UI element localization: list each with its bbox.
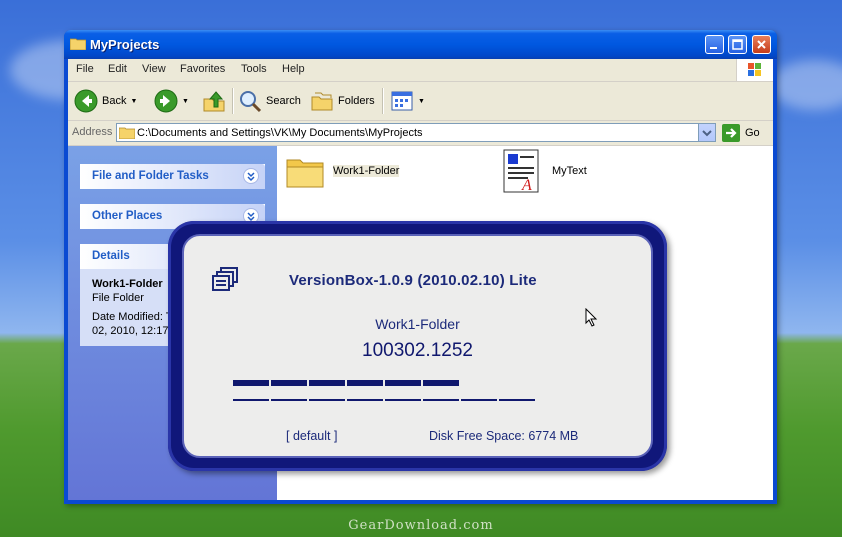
forward-arrow-icon [154, 89, 178, 113]
menu-view[interactable]: View [142, 63, 166, 75]
versionbox-dialog: VersionBox-1.0.9 (2010.02.10) Lite Work1… [168, 221, 667, 471]
menu-edit[interactable]: Edit [108, 63, 127, 75]
mouse-cursor-icon [585, 308, 598, 327]
text-document-icon: A [503, 149, 539, 194]
chevron-down-icon [702, 130, 712, 137]
search-label: Search [266, 95, 301, 107]
window-title: MyProjects [90, 37, 160, 52]
windows-logo-icon [736, 59, 773, 81]
folder-icon [119, 127, 135, 139]
progress-filled-segment [233, 380, 269, 386]
stacked-pages-icon [212, 267, 238, 291]
forward-button[interactable]: ▼ [154, 87, 189, 115]
panel-title: Other Places [92, 210, 163, 222]
address-label: Address [72, 126, 113, 138]
views-dropdown-icon[interactable]: ▼ [418, 98, 425, 105]
file-item-mytext[interactable]: A MyText [500, 148, 587, 194]
toolbar-separator [382, 88, 384, 114]
search-button[interactable]: Search [238, 87, 301, 115]
disk-free-space: Disk Free Space: 6774 MB [429, 429, 579, 443]
folders-icon [311, 92, 333, 111]
versionbox-panel: VersionBox-1.0.9 (2010.02.10) Lite Work1… [182, 234, 653, 458]
up-folder-button[interactable] [202, 87, 226, 115]
versionbox-folder-name: Work1-Folder [375, 316, 460, 332]
progress-filled-segment [385, 380, 421, 386]
progress-track-segment [461, 399, 497, 401]
maximize-icon [732, 39, 743, 50]
toolbar: Back ▼ ▼ Search Folders ▼ [68, 82, 773, 121]
panel-title: File and Folder Tasks [92, 170, 209, 182]
panel-title: Details [92, 250, 130, 262]
menu-help[interactable]: Help [282, 63, 305, 75]
menu-bar: File Edit View Favorites Tools Help [68, 59, 773, 82]
maximize-button[interactable] [728, 35, 747, 54]
folders-label: Folders [338, 95, 375, 107]
forward-dropdown-icon[interactable]: ▼ [182, 98, 189, 105]
go-button[interactable]: Go [722, 124, 760, 142]
progress-track-segment [233, 399, 269, 401]
back-arrow-icon [74, 89, 98, 113]
versionbox-version-number: 100302.1252 [362, 340, 473, 361]
svg-text:A: A [521, 177, 532, 194]
folders-button[interactable]: Folders [310, 87, 375, 115]
minimize-icon [710, 47, 717, 49]
progress-filled-segment [309, 380, 345, 386]
file-name: MyText [552, 165, 587, 177]
progress-filled-segment [271, 380, 307, 386]
sky-cloud [770, 60, 842, 110]
file-folder-tasks-panel: File and Folder Tasks [80, 164, 265, 189]
file-name: Work1-Folder [333, 165, 400, 177]
progress-filled-segment [347, 380, 383, 386]
menu-tools[interactable]: Tools [241, 63, 267, 75]
progress-track-segment [499, 399, 535, 401]
address-input[interactable]: C:\Documents and Settings\VK\My Document… [116, 123, 716, 142]
progress-track-segment [385, 399, 421, 401]
folder-icon [286, 159, 324, 188]
toolbar-separator [232, 88, 234, 114]
versionbox-title: VersionBox-1.0.9 (2010.02.10) Lite [289, 272, 537, 289]
file-item-work1-folder[interactable]: Work1-Folder [285, 152, 400, 190]
views-button[interactable]: ▼ [390, 87, 425, 115]
back-dropdown-icon[interactable]: ▼ [130, 98, 137, 105]
file-folder-tasks-header[interactable]: File and Folder Tasks [80, 164, 265, 189]
go-label: Go [745, 127, 760, 139]
back-button[interactable]: Back ▼ [74, 87, 137, 115]
up-folder-icon [203, 91, 225, 112]
close-icon [757, 40, 766, 49]
back-label: Back [102, 95, 127, 107]
watermark: GearDownload.com [348, 518, 494, 533]
progress-track-segment [347, 399, 383, 401]
close-button[interactable] [752, 35, 771, 54]
progress-track-segment [271, 399, 307, 401]
go-arrow-icon [722, 124, 740, 142]
progress-track-segment [423, 399, 459, 401]
address-bar: Address C:\Documents and Settings\VK\My … [68, 121, 773, 146]
folder-icon [70, 38, 86, 50]
address-path: C:\Documents and Settings\VK\My Document… [137, 127, 423, 139]
search-icon [240, 91, 262, 113]
address-dropdown-button[interactable] [698, 124, 715, 141]
progress-track-segment [309, 399, 345, 401]
minimize-button[interactable] [705, 35, 724, 54]
title-bar[interactable]: MyProjects [64, 30, 777, 59]
progress-filled-segment [423, 380, 459, 386]
expand-chevron-icon[interactable] [243, 168, 259, 184]
menu-favorites[interactable]: Favorites [180, 63, 225, 75]
views-icon [391, 91, 413, 111]
default-link[interactable]: [ default ] [286, 429, 337, 443]
menu-file[interactable]: File [76, 63, 94, 75]
